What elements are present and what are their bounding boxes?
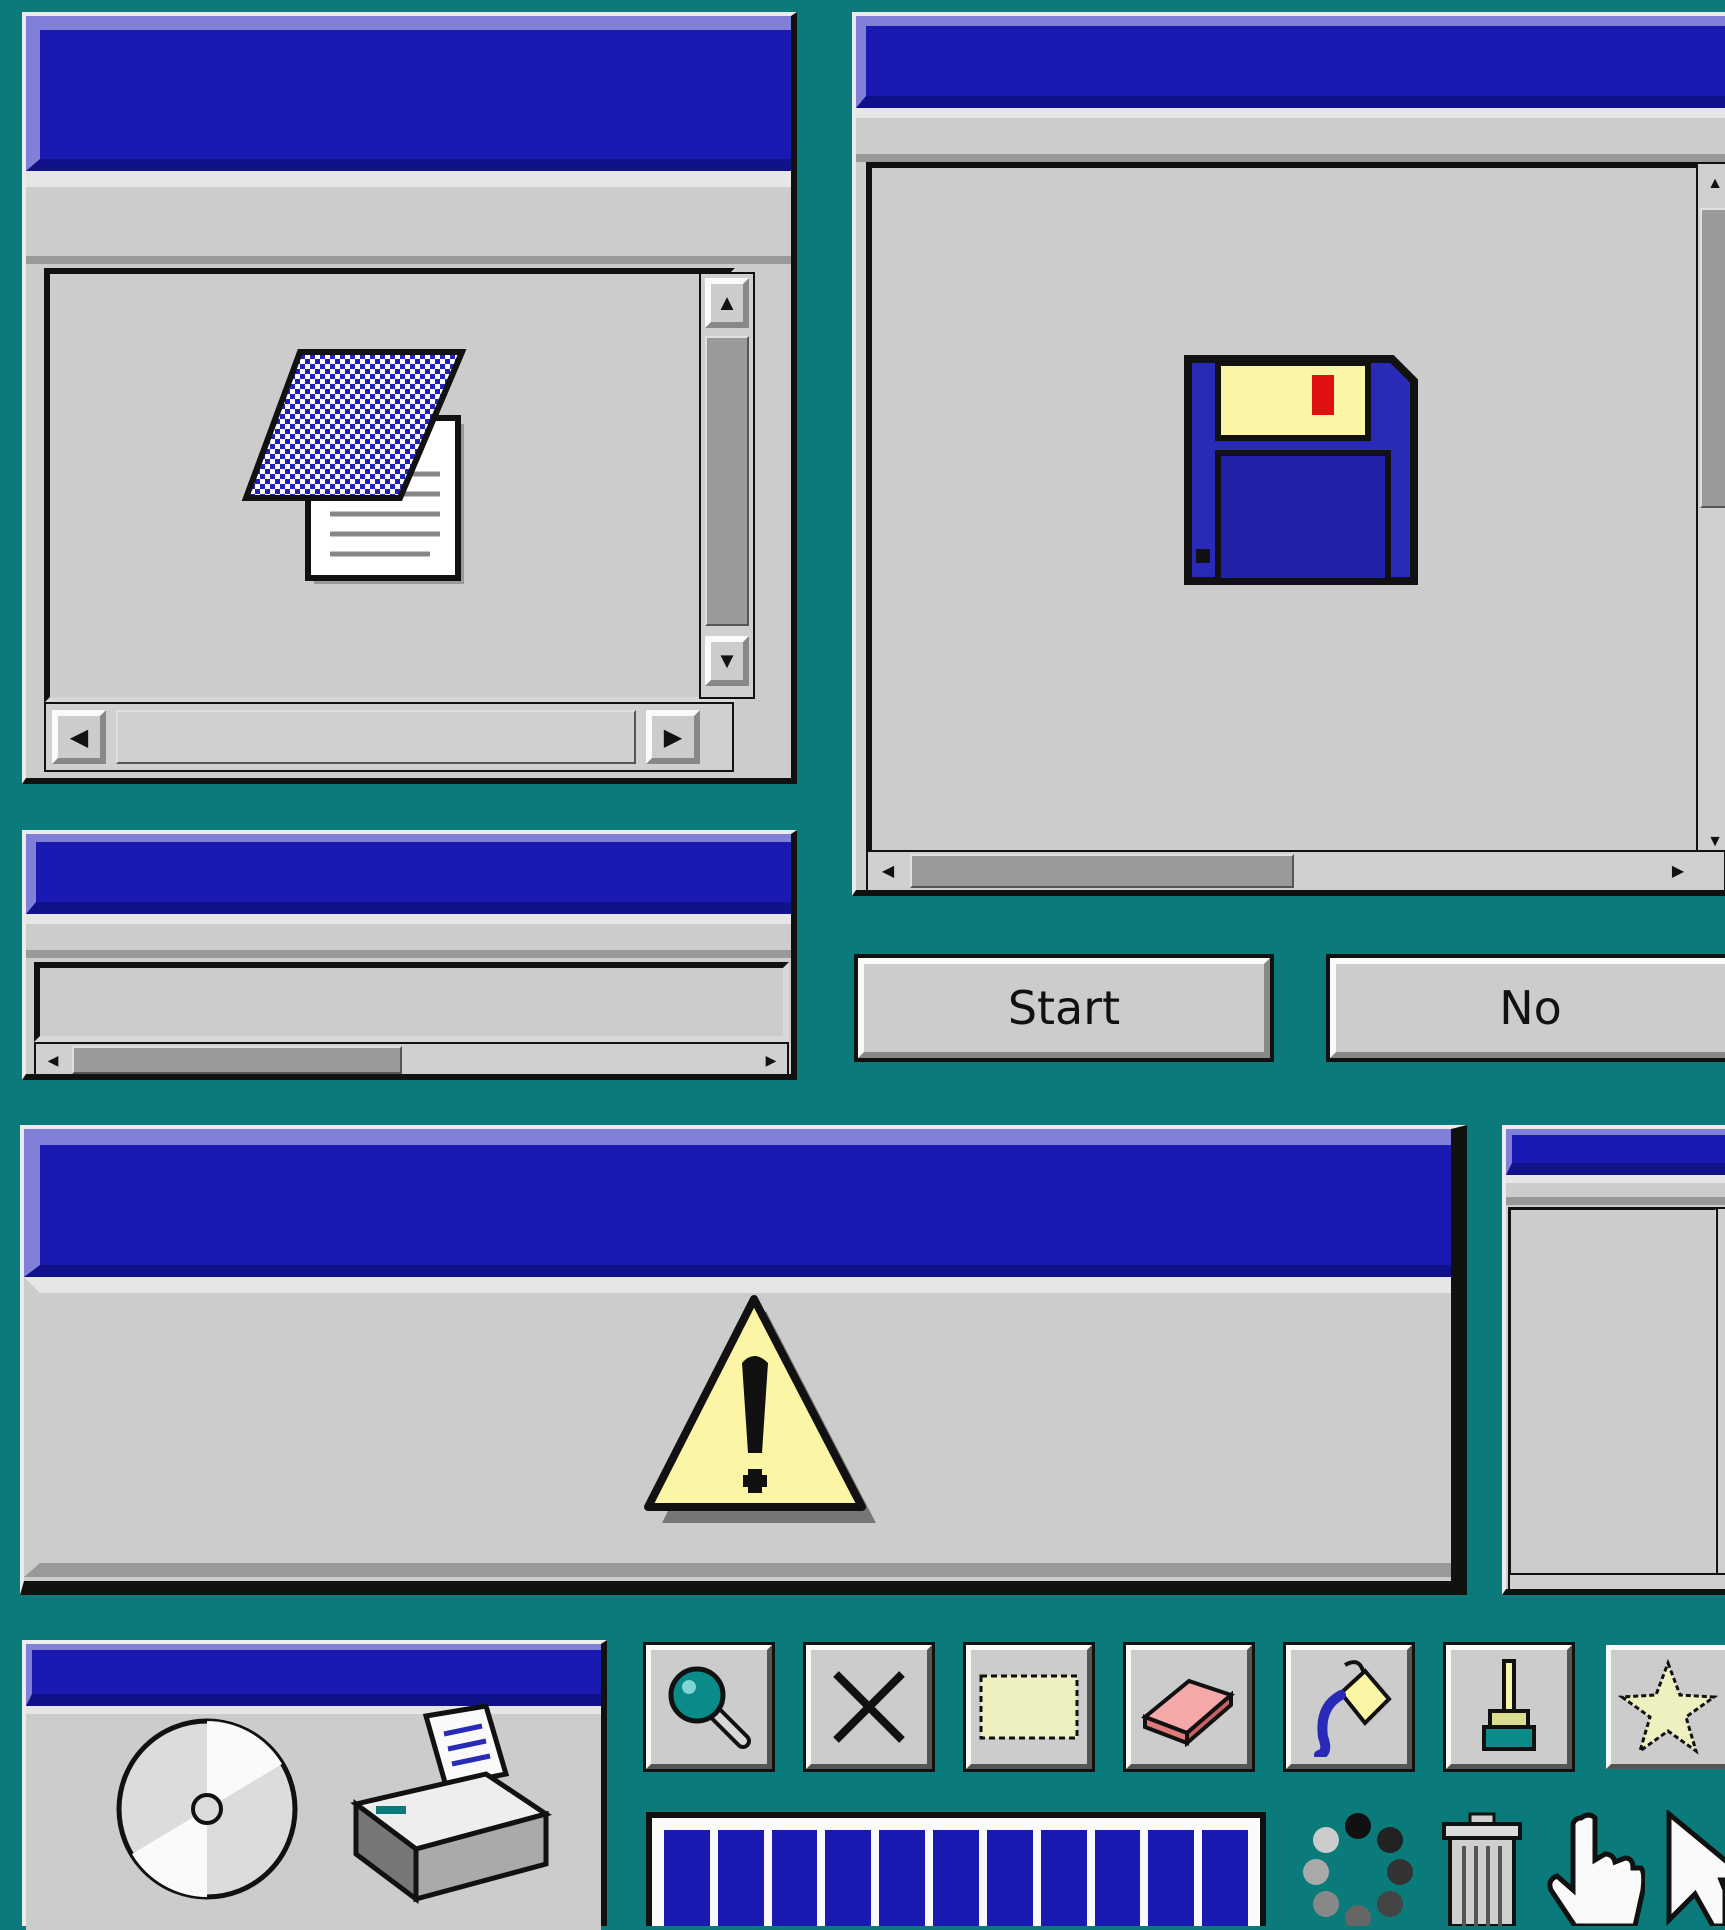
progress-fill — [664, 1830, 1248, 1926]
progress-segment — [879, 1830, 926, 1926]
progress-segment — [1202, 1830, 1248, 1926]
partial-window-horizontal-scrollbar[interactable] — [1508, 1573, 1725, 1591]
progress-segment — [1094, 1830, 1141, 1926]
selection-tool-button[interactable] — [963, 1642, 1095, 1772]
eraser-tool-button[interactable] — [1123, 1642, 1255, 1772]
floppy-window: ▲ ▼ ◀ ▶ — [852, 12, 1725, 896]
notepad-window-menu-strip — [26, 171, 791, 264]
small-window-menu-strip — [26, 914, 791, 958]
progress-segment — [933, 1830, 979, 1926]
progress-segment — [986, 1830, 1033, 1926]
partial-window-menu-strip — [1506, 1175, 1725, 1205]
notepad-icon[interactable] — [240, 344, 490, 594]
scroll-left-button[interactable]: ◀ — [38, 1046, 68, 1074]
close-tool-button[interactable] — [803, 1642, 935, 1772]
cd-disc-icon[interactable] — [112, 1714, 302, 1904]
magnifier-icon — [668, 1666, 751, 1749]
scrollbar-thumb[interactable] — [116, 710, 636, 764]
scroll-left-button[interactable]: ◀ — [870, 854, 906, 888]
scroll-up-button[interactable]: ▲ — [705, 278, 749, 328]
progress-segment — [1040, 1830, 1087, 1926]
scroll-right-button[interactable]: ▶ — [646, 710, 700, 764]
close-x-icon — [833, 1671, 905, 1743]
start-button[interactable]: Start — [854, 954, 1274, 1062]
partial-window-title-bar[interactable] — [1506, 1129, 1725, 1175]
scrollbar-thumb[interactable] — [72, 1046, 402, 1074]
small-window-horizontal-scrollbar[interactable]: ◀ ▶ — [34, 1042, 789, 1076]
progress-segment — [771, 1830, 818, 1926]
scroll-up-button[interactable]: ▲ — [1700, 166, 1725, 202]
progress-segment — [1148, 1830, 1195, 1926]
star-icon — [1618, 1658, 1718, 1755]
hand-pointer-icon — [1547, 1812, 1645, 1926]
floppy-content-area — [866, 162, 1702, 862]
arrow-cursor-icon — [1666, 1810, 1725, 1926]
devices-window — [22, 1640, 607, 1930]
partial-window-content-area — [1508, 1207, 1718, 1577]
brush-icon — [1482, 1659, 1536, 1751]
warning-window-body — [24, 1277, 1451, 1577]
notepad-horizontal-scrollbar[interactable]: ◀ ▶ — [44, 702, 734, 772]
notepad-window: ▲ ▼ ◀ ▶ — [22, 12, 797, 784]
trash-icon — [1442, 1812, 1522, 1926]
notepad-window-title-bar[interactable] — [26, 16, 791, 171]
magnifier-tool-button[interactable] — [643, 1642, 775, 1772]
printer-icon[interactable] — [336, 1704, 566, 1914]
star-tool-button[interactable] — [1606, 1645, 1725, 1769]
scroll-right-button[interactable]: ▶ — [756, 1046, 786, 1074]
notepad-vertical-scrollbar[interactable]: ▲ ▼ — [699, 272, 755, 699]
warning-icon — [644, 1295, 876, 1523]
scroll-left-button[interactable]: ◀ — [52, 710, 106, 764]
scrollbar-thumb[interactable] — [910, 854, 1294, 888]
progress-segment — [717, 1830, 764, 1926]
scrollbar-thumb[interactable] — [705, 336, 749, 626]
loading-spinner-icon — [1303, 1813, 1413, 1926]
warning-window-title-bar[interactable] — [24, 1129, 1451, 1277]
floppy-window-title-bar[interactable] — [856, 16, 1725, 108]
devices-window-title-bar[interactable] — [26, 1644, 601, 1706]
scrollbar-thumb[interactable] — [1700, 208, 1725, 508]
small-window-content-area — [34, 962, 789, 1042]
brush-tool-button[interactable] — [1443, 1642, 1575, 1772]
progress-segment — [664, 1830, 710, 1926]
partial-window — [1502, 1125, 1725, 1595]
scroll-down-button[interactable]: ▼ — [705, 636, 749, 686]
notepad-content-area: ▲ ▼ — [44, 268, 755, 703]
warning-window — [20, 1125, 1467, 1595]
paint-bucket-icon — [1314, 1660, 1392, 1757]
eraser-icon — [1141, 1678, 1235, 1747]
no-button[interactable]: No — [1326, 954, 1725, 1062]
floppy-horizontal-scrollbar[interactable]: ◀ ▶ — [866, 850, 1725, 892]
selection-icon — [979, 1674, 1079, 1740]
progress-bar — [646, 1812, 1266, 1926]
floppy-window-menu-strip — [856, 108, 1725, 162]
small-window: ◀ ▶ — [22, 830, 797, 1080]
progress-segment — [825, 1830, 872, 1926]
paint-bucket-tool-button[interactable] — [1283, 1642, 1415, 1772]
floppy-disk-icon[interactable] — [1182, 353, 1422, 593]
floppy-vertical-scrollbar[interactable]: ▲ ▼ — [1696, 162, 1725, 862]
small-window-title-bar[interactable] — [26, 834, 791, 914]
partial-window-vertical-scrollbar[interactable] — [1716, 1207, 1725, 1577]
scroll-right-button[interactable]: ▶ — [1660, 854, 1696, 888]
